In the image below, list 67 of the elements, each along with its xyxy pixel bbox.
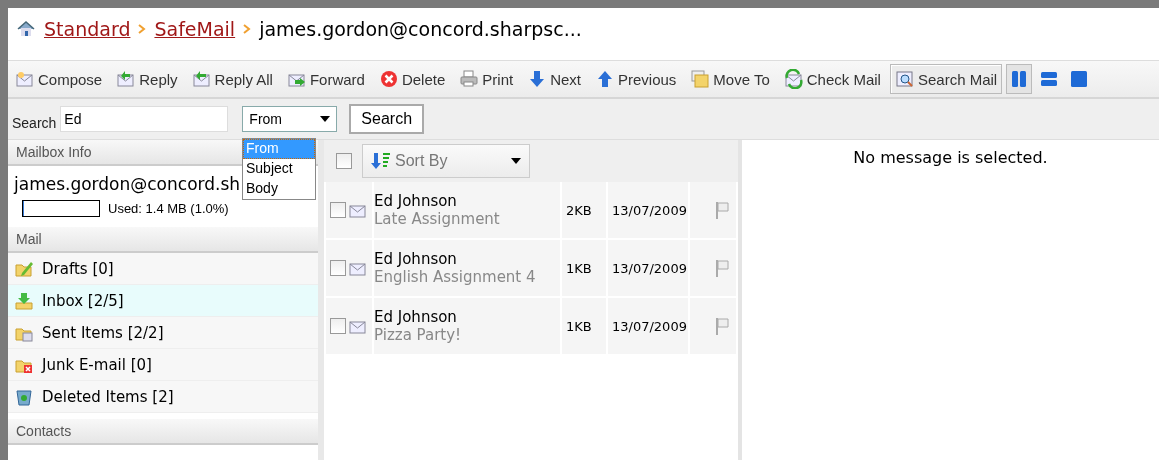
- toolbar-button[interactable]: Reply All: [186, 64, 278, 94]
- message-subject: Pizza Party!: [374, 326, 463, 344]
- message-sender: Ed Johnson: [374, 192, 458, 210]
- inbox-tray-icon: [14, 290, 34, 311]
- search-window-icon: [894, 69, 915, 89]
- message-row[interactable]: Ed Johnson English Assignment 4 1KB 13/07/2009: [326, 240, 736, 298]
- search-field[interactable]: Ed: [60, 106, 229, 132]
- envelope-icon: [15, 69, 35, 89]
- empty-preview-text: No message is selected.: [853, 148, 1048, 169]
- toolbar-button[interactable]: Compose: [10, 64, 108, 94]
- section-header: Contacts: [8, 419, 318, 445]
- printer-icon: [459, 69, 480, 89]
- account-address: james.gordon@concord.sh: [14, 174, 241, 194]
- folder-item[interactable]: Drafts [0]: [8, 253, 318, 285]
- breadcrumb-current: james.gordon@concord.sharpsc...: [259, 18, 582, 40]
- toolbar-button[interactable]: Previous: [590, 64, 682, 94]
- section-header: Mail: [8, 227, 318, 253]
- folder-item[interactable]: Inbox [2/5]: [8, 285, 318, 317]
- message-date: 13/07/2009: [608, 240, 690, 296]
- message-size: 2KB: [562, 182, 608, 238]
- message-row[interactable]: Ed Johnson Late Assignment 2KB 13/07/2009: [326, 182, 736, 240]
- two-row-layout-icon: [1039, 69, 1060, 89]
- message-row[interactable]: Ed Johnson Pizza Party! 1KB 13/07/2009: [326, 298, 736, 356]
- search-label: Search: [12, 115, 57, 131]
- message-subject: Late Assignment: [374, 210, 501, 228]
- folder-item[interactable]: Deleted Items [2]: [8, 381, 318, 413]
- layout-button[interactable]: [1006, 64, 1033, 94]
- chevron-icon: [138, 24, 147, 34]
- up-arrow-icon: [595, 69, 615, 89]
- sort-icon: [371, 151, 391, 171]
- message-date: 13/07/2009: [608, 298, 690, 354]
- toolbar-button[interactable]: Search Mail: [889, 64, 1003, 94]
- folder-item[interactable]: Junk E-mail [0]: [8, 349, 318, 381]
- folder-item[interactable]: Sent Items [2/2]: [8, 317, 318, 349]
- toolbar-button[interactable]: Next: [522, 64, 586, 94]
- breadcrumb-link[interactable]: SafeMail: [154, 18, 236, 40]
- message-checkbox[interactable]: [330, 318, 346, 334]
- toolbar-button[interactable]: Check Mail: [778, 64, 886, 94]
- breadcrumb-link[interactable]: Standard: [44, 18, 131, 40]
- toolbar-button[interactable]: Forward: [281, 64, 370, 94]
- reply-envelope-icon: [116, 69, 137, 89]
- usage-text: Used: 1.4 MB (1.0%): [108, 201, 229, 216]
- toolbar-button[interactable]: Reply: [111, 64, 183, 94]
- home-icon: [16, 19, 36, 39]
- caret-icon: [320, 116, 331, 122]
- select-all-checkbox[interactable]: [336, 153, 352, 169]
- reply-all-envelope-icon: [191, 69, 212, 89]
- toolbar-button[interactable]: Move To: [685, 64, 775, 94]
- message-checkbox[interactable]: [330, 202, 346, 218]
- single-pane-layout-icon: [1069, 69, 1090, 89]
- folder-icon: [690, 69, 711, 89]
- sort-button[interactable]: Sort By: [362, 144, 530, 178]
- message-size: 1KB: [562, 298, 608, 354]
- message-sender: Ed Johnson: [374, 308, 458, 326]
- caret-icon: [511, 158, 521, 164]
- toolbar-button[interactable]: Delete: [373, 64, 451, 94]
- message-sender: Ed Johnson: [374, 250, 458, 268]
- refresh-mail-icon: [783, 69, 804, 89]
- delete-icon: [378, 69, 399, 89]
- search-button[interactable]: Search: [349, 104, 425, 134]
- message-subject: English Assignment 4: [374, 268, 537, 286]
- field-select[interactable]: From: [242, 106, 338, 132]
- message-checkbox[interactable]: [330, 260, 346, 276]
- chevron-icon: [243, 24, 252, 34]
- message-size: 1KB: [562, 240, 608, 296]
- message-date: 13/07/2009: [608, 182, 690, 238]
- toolbar-button[interactable]: Print: [454, 64, 519, 94]
